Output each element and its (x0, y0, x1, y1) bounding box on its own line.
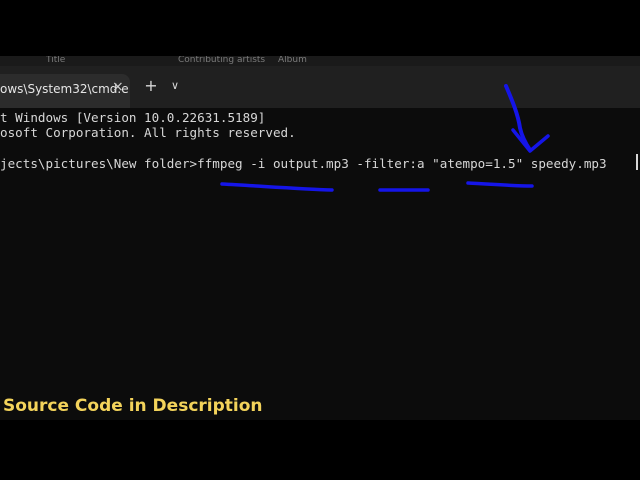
annotation-arrow-shaft (504, 84, 532, 152)
overlay-caption: Source Code in Description (3, 396, 263, 416)
annotation-underline-atempo (466, 181, 534, 188)
annotation-underline-ffmpeg (220, 182, 334, 192)
